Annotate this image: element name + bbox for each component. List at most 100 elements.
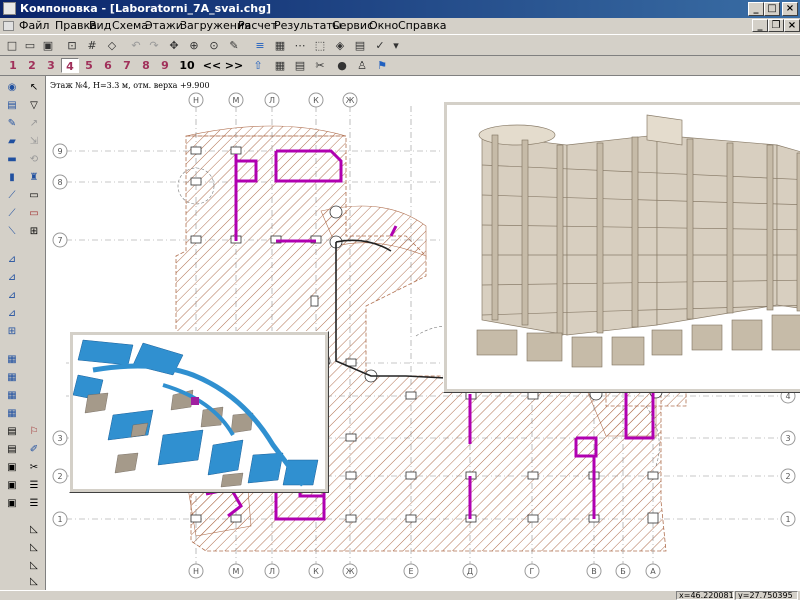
tool-res8-icon[interactable]: ▣ bbox=[4, 478, 20, 493]
tool-column-icon[interactable]: ♜ bbox=[26, 170, 42, 185]
floor-tab-1[interactable]: 1 bbox=[4, 58, 22, 73]
tool-tri3-icon[interactable]: ◺ bbox=[26, 558, 42, 573]
tool-wall-icon[interactable]: ▮ bbox=[4, 170, 20, 185]
tool-slab-icon[interactable]: ▰ bbox=[4, 134, 20, 149]
floor-tab-6[interactable]: 6 bbox=[99, 58, 117, 73]
tool-arrow-icon[interactable]: ↗ bbox=[26, 116, 42, 131]
floor-up-icon[interactable]: ⇧ bbox=[250, 58, 266, 73]
tool-list-icon[interactable]: ☰ bbox=[26, 478, 42, 493]
grid-icon[interactable]: ▦ bbox=[272, 38, 288, 53]
snap-icon[interactable]: ⋯ bbox=[292, 38, 308, 53]
tool-tri4-icon[interactable]: ◺ bbox=[26, 574, 42, 589]
minimize-button[interactable]: _ bbox=[748, 2, 764, 16]
tool-scissors-icon[interactable]: ✂ bbox=[26, 460, 42, 475]
build-icon[interactable]: ⚑ bbox=[374, 58, 390, 73]
redo-icon[interactable]: ↷ bbox=[146, 38, 162, 53]
tool-pen-icon[interactable]: ✎ bbox=[4, 116, 20, 131]
tool-rect-icon[interactable]: ▭ bbox=[26, 188, 42, 203]
grid-tool-icon[interactable]: # bbox=[84, 38, 100, 53]
floor-tab-7[interactable]: 7 bbox=[118, 58, 136, 73]
new-file-icon[interactable]: □ bbox=[4, 38, 20, 53]
app-icon[interactable] bbox=[3, 2, 16, 15]
pan-icon[interactable]: ✥ bbox=[166, 38, 182, 53]
floor-tab-4[interactable]: 4 bbox=[61, 58, 79, 73]
pin-icon[interactable]: ▾ bbox=[388, 38, 404, 53]
tool-sphere-icon[interactable]: ◉ bbox=[4, 80, 20, 95]
doc-icon[interactable] bbox=[3, 21, 14, 31]
tool-list2-icon[interactable]: ☰ bbox=[26, 496, 42, 511]
doc-close-button[interactable]: × bbox=[784, 19, 800, 32]
pencil-icon[interactable]: ✎ bbox=[226, 38, 242, 53]
open-folder-icon[interactable]: ▭ bbox=[22, 38, 38, 53]
tool-res6-icon[interactable]: ▤ bbox=[4, 442, 20, 457]
menu-floors[interactable]: Этажи bbox=[145, 18, 183, 34]
floor-tab-2[interactable]: 2 bbox=[23, 58, 41, 73]
plan-canvas[interactable]: Этаж №4, Н=3.3 м, отм. верха +9.900 Н М … bbox=[46, 76, 800, 590]
results-view-canvas[interactable] bbox=[72, 335, 325, 489]
prev-floors-button[interactable]: << bbox=[202, 58, 222, 73]
tool-stair-icon[interactable]: ⟋ bbox=[4, 206, 20, 221]
table-icon[interactable]: ▦ bbox=[272, 58, 288, 73]
zoom-extent-icon[interactable]: ⊙ bbox=[206, 38, 222, 53]
floor-tab-10[interactable]: 10 bbox=[176, 58, 198, 73]
select-icon[interactable]: ⬚ bbox=[312, 38, 328, 53]
layers-icon[interactable]: ≡ bbox=[252, 38, 268, 53]
tool-res5-icon[interactable]: ▤ bbox=[4, 424, 20, 439]
floor-tab-9[interactable]: 9 bbox=[156, 58, 174, 73]
cursor-icon[interactable]: ↖ bbox=[26, 80, 42, 95]
menu-scheme[interactable]: Схема bbox=[112, 18, 148, 34]
tool-d-icon[interactable]: ⊿ bbox=[4, 306, 20, 321]
next-floors-button[interactable]: >> bbox=[224, 58, 244, 73]
menu-file[interactable]: Файл bbox=[19, 18, 49, 34]
tool-res3-icon[interactable]: ▦ bbox=[4, 388, 20, 403]
tool-a-icon[interactable]: ⊿ bbox=[4, 252, 20, 267]
menu-view[interactable]: Вид bbox=[89, 18, 111, 34]
zoom-icon[interactable]: ⊕ bbox=[186, 38, 202, 53]
tool-beam-icon[interactable]: ▬ bbox=[4, 152, 20, 167]
tool-cut-icon[interactable]: ⟍ bbox=[4, 224, 20, 239]
badge-icon[interactable]: ● bbox=[334, 58, 350, 73]
maximize-button[interactable]: □ bbox=[764, 2, 780, 16]
menu-help[interactable]: Справка bbox=[398, 18, 446, 34]
view-3d-window[interactable] bbox=[443, 101, 800, 393]
tool-b-icon[interactable]: ⊿ bbox=[4, 270, 20, 285]
tool-res4-icon[interactable]: ▦ bbox=[4, 406, 20, 421]
floor-tab-8[interactable]: 8 bbox=[137, 58, 155, 73]
tool-layer-icon[interactable]: ▤ bbox=[4, 98, 20, 113]
results-view-window[interactable] bbox=[69, 331, 329, 493]
tool-res9-icon[interactable]: ▣ bbox=[4, 496, 20, 511]
tool-brush-icon[interactable]: ✐ bbox=[26, 442, 42, 457]
check-icon[interactable]: ✓ bbox=[372, 38, 388, 53]
floor-tab-5[interactable]: 5 bbox=[80, 58, 98, 73]
tool-res7-icon[interactable]: ▣ bbox=[4, 460, 20, 475]
menu-window[interactable]: Окно bbox=[369, 18, 398, 34]
erase-icon[interactable]: ◇ bbox=[104, 38, 120, 53]
tool-c-icon[interactable]: ⊿ bbox=[4, 288, 20, 303]
doc-restore-button[interactable]: ❐ bbox=[768, 19, 784, 32]
scissors-icon[interactable]: ✂ bbox=[312, 58, 328, 73]
element-icon[interactable]: ▤ bbox=[352, 38, 368, 53]
filter-icon[interactable]: ▽ bbox=[26, 98, 42, 113]
frame-icon[interactable]: ⊡ bbox=[64, 38, 80, 53]
tool-res2-icon[interactable]: ▦ bbox=[4, 370, 20, 385]
menu-calc[interactable]: Расчет bbox=[238, 18, 277, 34]
tool-res1-icon[interactable]: ▦ bbox=[4, 352, 20, 367]
tool-tri2-icon[interactable]: ◺ bbox=[26, 540, 42, 555]
tool-tri1-icon[interactable]: ◺ bbox=[26, 522, 42, 537]
save-icon[interactable]: ▣ bbox=[40, 38, 56, 53]
table2-icon[interactable]: ▤ bbox=[292, 58, 308, 73]
view-3d-canvas[interactable] bbox=[447, 105, 800, 389]
tool-diagonal-icon[interactable]: ⟋ bbox=[4, 188, 20, 203]
tool-opening-icon[interactable]: ▭ bbox=[26, 206, 42, 221]
person-icon[interactable]: ♙ bbox=[354, 58, 370, 73]
tool-grid4-icon[interactable]: ⊞ bbox=[26, 224, 42, 239]
floor-tab-3[interactable]: 3 bbox=[42, 58, 60, 73]
doc-minimize-button[interactable]: _ bbox=[752, 19, 768, 32]
node-icon[interactable]: ◈ bbox=[332, 38, 348, 53]
menu-service[interactable]: Сервис bbox=[332, 18, 373, 34]
tool-mark-icon[interactable]: ⚐ bbox=[26, 424, 42, 439]
close-button[interactable]: × bbox=[782, 2, 798, 16]
tool-e-icon[interactable]: ⊞ bbox=[4, 324, 20, 339]
tool-rotate-icon[interactable]: ⟲ bbox=[26, 152, 42, 167]
tool-move-icon[interactable]: ⇲ bbox=[26, 134, 42, 149]
